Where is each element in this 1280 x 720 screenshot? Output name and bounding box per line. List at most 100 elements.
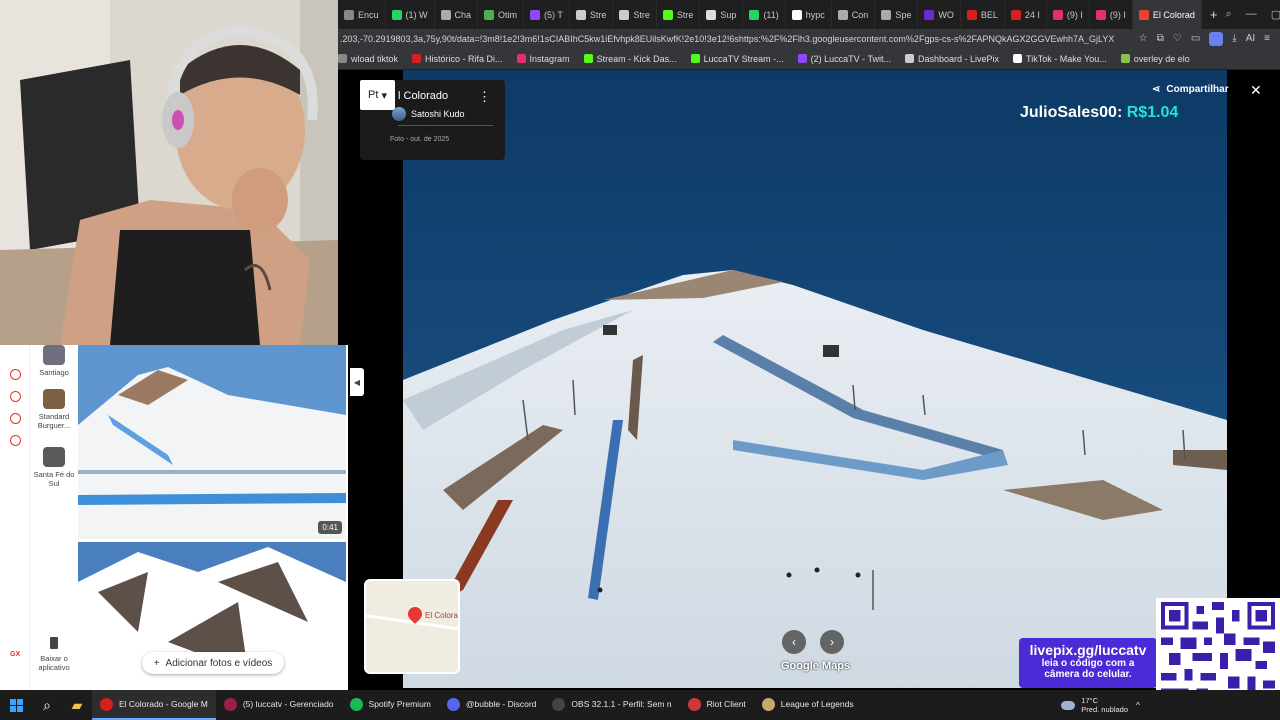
- browser-tab[interactable]: Stre: [570, 0, 614, 29]
- sidebar-icon[interactable]: ▭: [1191, 33, 1200, 44]
- recents-icon[interactable]: [10, 391, 21, 402]
- browser-tab[interactable]: Spe: [875, 0, 919, 29]
- weather-temp: 17°C: [1081, 696, 1099, 705]
- tab-label: Spe: [895, 9, 912, 20]
- url-text[interactable]: .203,-70.2919803,3a,75y,90t/data=!3m8!1e…: [338, 34, 1139, 44]
- tab-label: Con: [851, 9, 869, 20]
- app-label: El Colorado - Google M: [119, 699, 208, 709]
- extensions-icon[interactable]: ⧉: [1157, 33, 1164, 44]
- bookmark-label: LuccaTV Stream -...: [703, 53, 784, 64]
- bookmark-favicon-icon: [516, 54, 526, 63]
- start-button[interactable]: [0, 690, 32, 720]
- photo-author[interactable]: Satoshi Kudo: [392, 107, 465, 121]
- browser-tab[interactable]: Stre: [613, 0, 657, 29]
- ski-slope-photo[interactable]: [403, 70, 1227, 688]
- address-bar[interactable]: .203,-70.2919803,3a,75y,90t/data=!3m8!1e…: [338, 29, 1280, 48]
- bookmark-item[interactable]: overley de elo: [1120, 54, 1190, 64]
- gallery-video-thumb[interactable]: 0:41: [78, 345, 346, 539]
- taskbar-app[interactable]: Riot Client: [680, 690, 754, 720]
- browser-tab[interactable]: BEL: [961, 0, 1005, 29]
- bookmark-favicon-icon: [412, 54, 422, 63]
- more-options-icon[interactable]: ⋮: [478, 89, 491, 105]
- download-icon[interactable]: ⤓: [1232, 33, 1236, 44]
- app-icon: [349, 697, 363, 711]
- recent-place-item[interactable]: Santa Fé do Sul: [30, 447, 78, 488]
- taskbar-app[interactable]: El Colorado - Google M: [92, 690, 216, 720]
- bookmark-item[interactable]: TikTok - Make You...: [1013, 54, 1107, 64]
- place-label: Standard Burguer...: [37, 412, 71, 430]
- tab-label: (11): [763, 9, 779, 20]
- browser-tab[interactable]: (9) I: [1090, 0, 1133, 29]
- bookmark-item[interactable]: wload tiktok: [338, 54, 398, 64]
- profile-avatar[interactable]: [1209, 31, 1224, 46]
- place-thumbnail: [43, 447, 65, 467]
- taskbar-app[interactable]: @bubble - Discord: [439, 690, 545, 720]
- taskbar-app[interactable]: OBS 32.1.1 - Perfil: Sem n: [544, 690, 679, 720]
- settings-icon[interactable]: [10, 435, 21, 446]
- tab-label: Stre: [589, 9, 607, 20]
- weather-widget[interactable]: 17°C Pred. nublado: [1061, 696, 1128, 714]
- browser-tab[interactable]: (9) I: [1047, 0, 1090, 29]
- tab-favicon-icon: [484, 9, 495, 20]
- recent-place-item[interactable]: Santiago: [30, 345, 78, 377]
- bookmark-item[interactable]: (2) LuccaTV - Twit...: [797, 54, 891, 64]
- ai-button[interactable]: AI: [1246, 33, 1255, 44]
- file-explorer-icon[interactable]: ▰: [62, 690, 92, 720]
- browser-tab[interactable]: Encu: [338, 0, 386, 29]
- menu-icon[interactable]: ≡: [1264, 33, 1270, 44]
- bookmark-item[interactable]: Stream - Kick Das...: [583, 54, 677, 64]
- browser-tab[interactable]: Con: [832, 0, 876, 29]
- system-tray: 17°C Pred. nublado ^: [1061, 696, 1280, 714]
- previous-photo-button[interactable]: ‹: [782, 630, 806, 654]
- collapse-panel-button[interactable]: ◀: [350, 368, 364, 396]
- app-label: (5) luccatv - Gerenciado: [242, 699, 334, 709]
- browser-tab[interactable]: 24 I: [1005, 0, 1047, 29]
- tab-label: (9) I: [1066, 9, 1083, 20]
- browser-tab[interactable]: Cha: [435, 0, 479, 29]
- saved-icon[interactable]: [10, 369, 21, 380]
- tab-favicon-icon: [881, 9, 892, 20]
- bookmark-star-icon[interactable]: ☆: [1139, 33, 1148, 44]
- bookmark-item[interactable]: Dashboard - LivePix: [904, 54, 999, 64]
- browser-tab[interactable]: hypc: [786, 0, 832, 29]
- tray-chevron-icon[interactable]: ^: [1136, 700, 1140, 710]
- taskbar-app[interactable]: Spotify Premium: [342, 690, 439, 720]
- bookmark-item[interactable]: Histórico - Rifa Di...: [412, 54, 503, 64]
- tab-favicon-icon: [749, 9, 760, 20]
- browser-tab[interactable]: El Colorad: [1132, 0, 1202, 29]
- new-tab-button[interactable]: +: [1202, 7, 1226, 22]
- place-title[interactable]: l Colorado: [398, 90, 448, 102]
- browser-tab[interactable]: Otim: [478, 0, 525, 29]
- close-icon[interactable]: ✕: [1250, 82, 1262, 99]
- tab-favicon-icon: [706, 9, 717, 20]
- share-button[interactable]: ⋖ Compartilhar: [1152, 84, 1229, 95]
- heart-icon[interactable]: ♡: [1173, 33, 1182, 44]
- contribute-icon[interactable]: [10, 413, 21, 424]
- taskbar-app[interactable]: League of Legends: [754, 690, 862, 720]
- search-icon[interactable]: ⌕: [32, 690, 62, 720]
- photo-info-card: Pt ▾ l Colorado ⋮ Satoshi Kudo Foto - ou…: [360, 80, 505, 160]
- maps-menu-button[interactable]: Pt ▾: [360, 80, 395, 110]
- browser-tab[interactable]: Stre: [657, 0, 701, 29]
- browser-tab[interactable]: Sup: [700, 0, 744, 29]
- browser-tab[interactable]: (1) W: [386, 0, 435, 29]
- browser-tab[interactable]: (5) T: [524, 0, 570, 29]
- add-photos-button[interactable]: + Adicionar fotos e vídeos: [142, 652, 284, 674]
- taskbar-app[interactable]: (5) luccatv - Gerenciado: [216, 690, 342, 720]
- author-avatar: [392, 107, 406, 121]
- recent-place-item[interactable]: Standard Burguer...: [30, 389, 78, 430]
- browser-tab[interactable]: (11): [743, 0, 786, 29]
- browser-tab[interactable]: WO: [918, 0, 961, 29]
- bookmark-item[interactable]: LuccaTV Stream -...: [690, 53, 784, 64]
- maximize-icon[interactable]: ▢: [1271, 8, 1280, 21]
- search-tabs-icon[interactable]: ⌕: [1226, 8, 1232, 21]
- phone-icon: [50, 637, 58, 649]
- cloud-icon: [1061, 700, 1076, 710]
- icon-rail: GX: [0, 345, 30, 690]
- next-photo-button[interactable]: ›: [820, 630, 844, 654]
- minimap[interactable]: El Colora: [364, 579, 460, 674]
- download-app-button[interactable]: Baixar o aplicativo: [30, 637, 78, 672]
- bookmark-item[interactable]: Instagram: [516, 54, 570, 64]
- minimize-icon[interactable]: —: [1246, 8, 1257, 21]
- app-icon: [446, 697, 460, 711]
